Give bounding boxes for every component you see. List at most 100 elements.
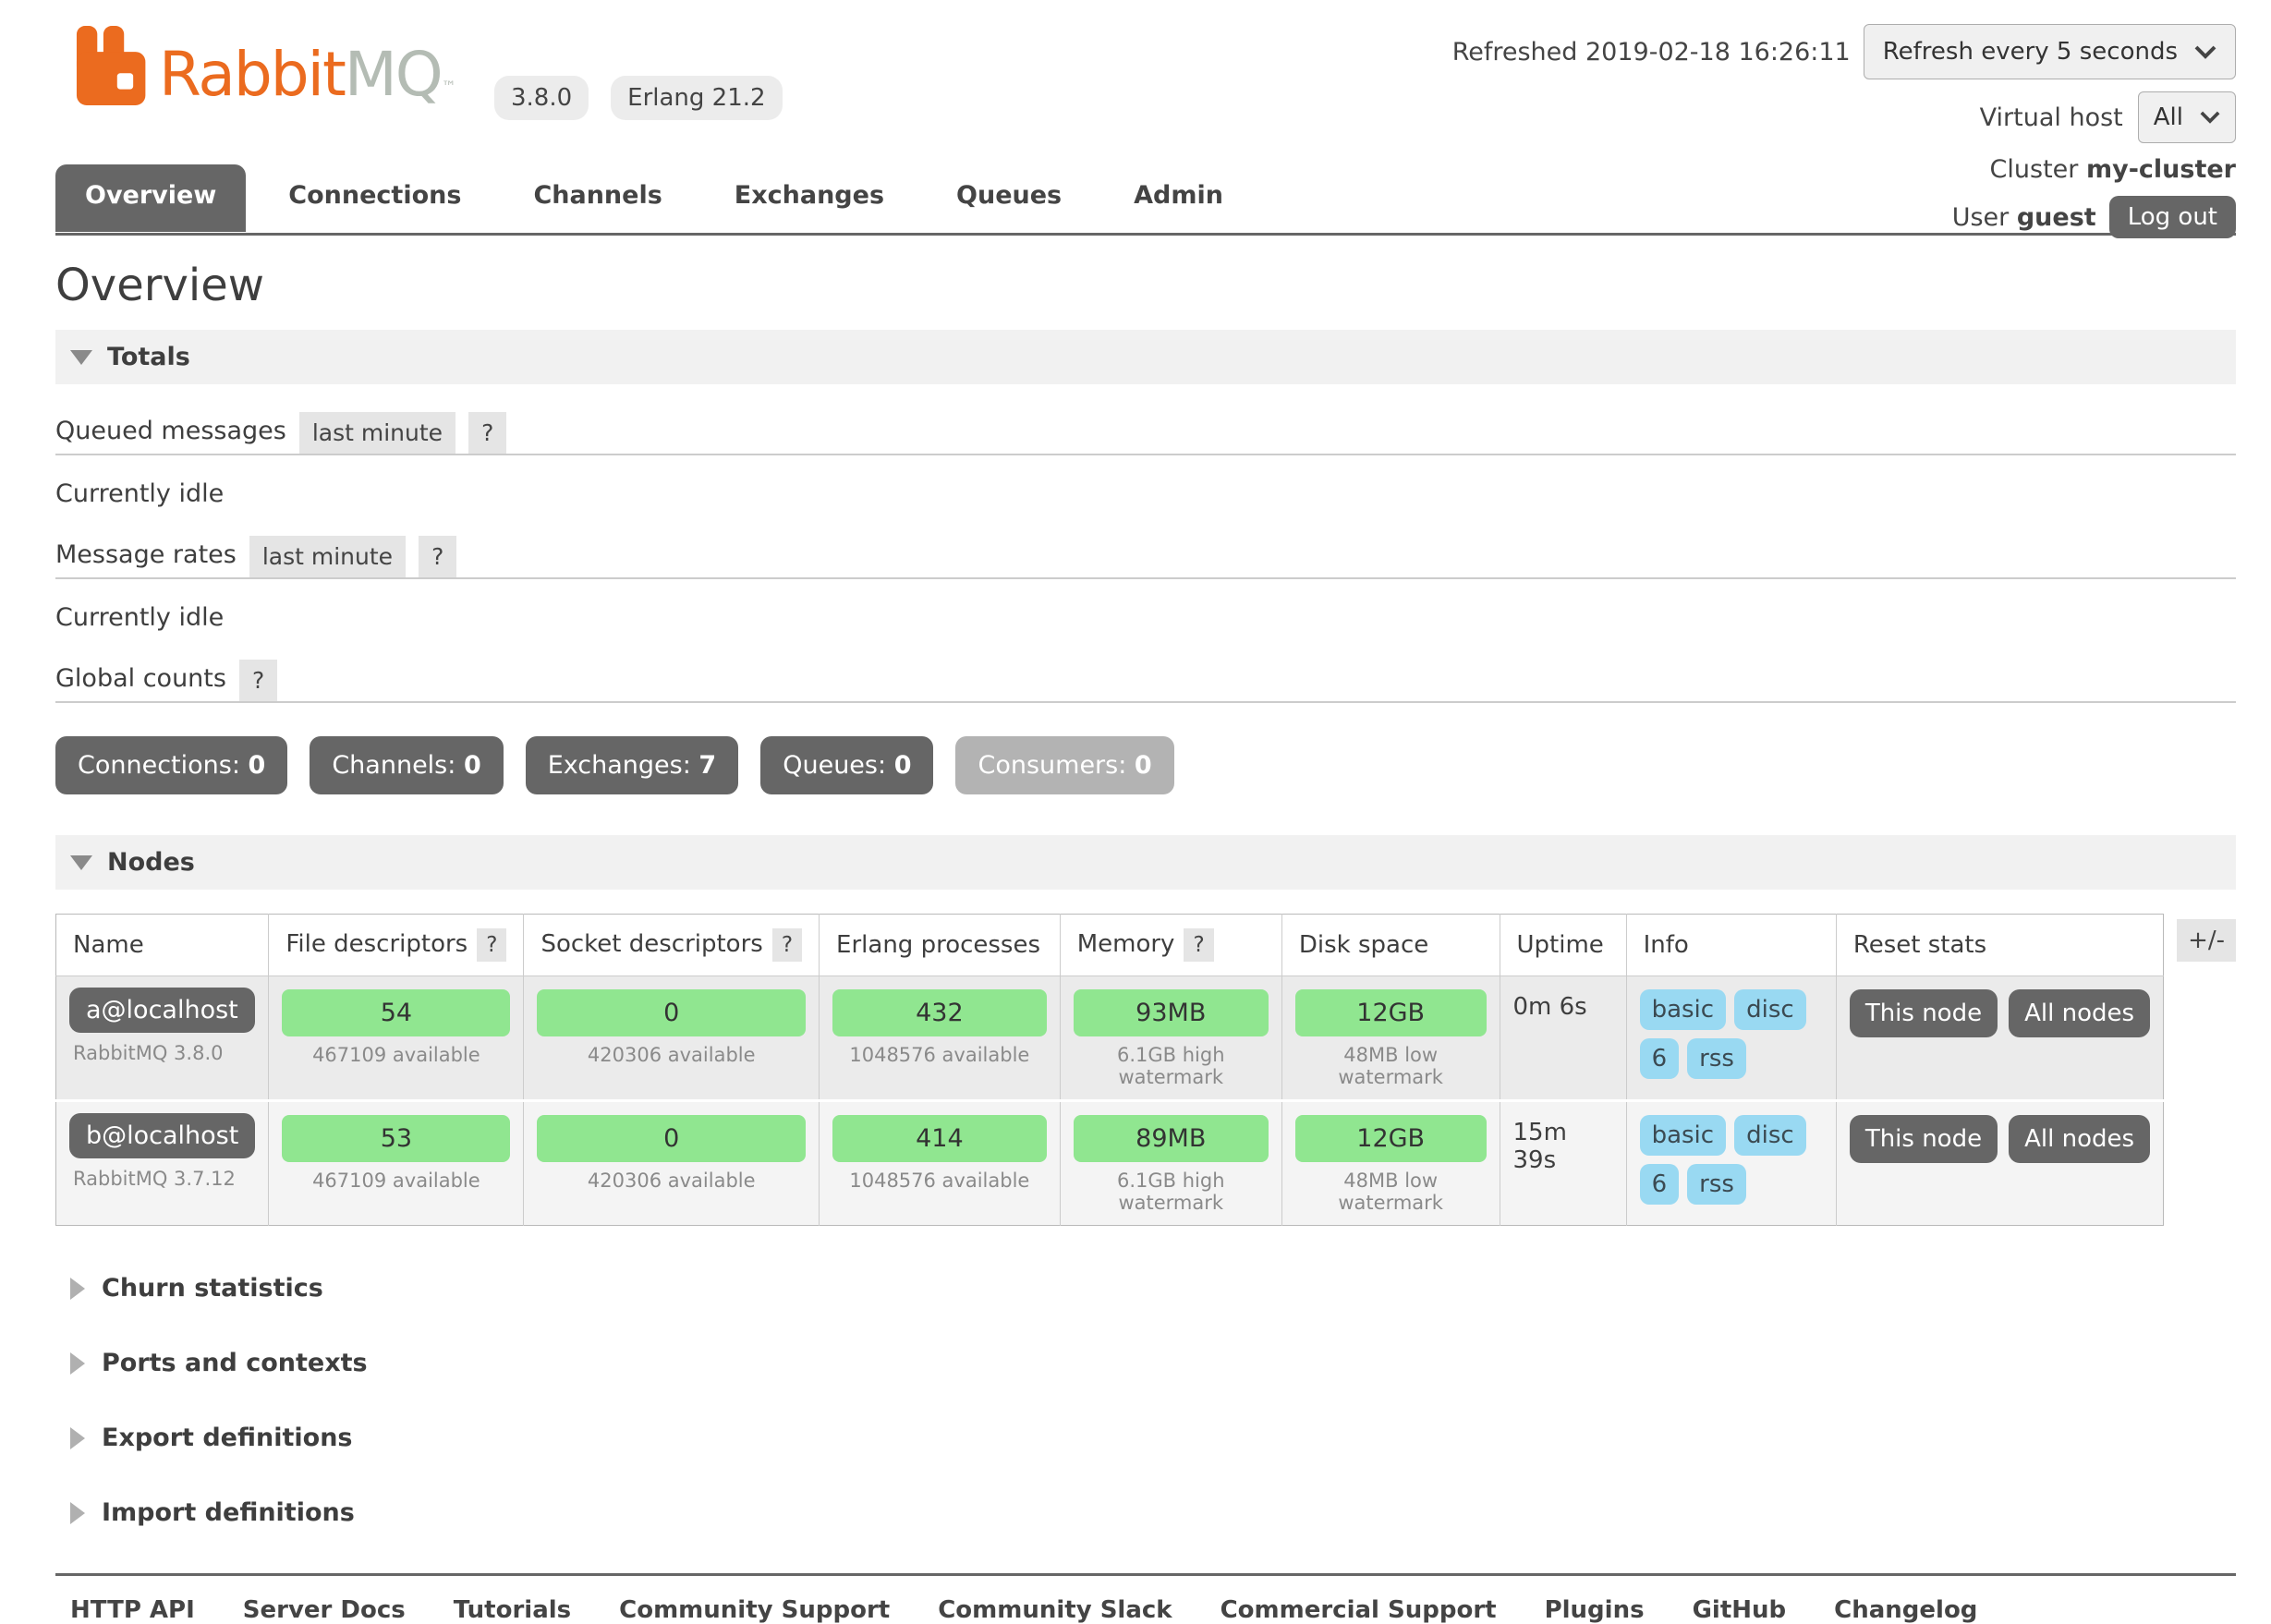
section-ports-and-contexts[interactable]: Ports and contexts bbox=[70, 1349, 2236, 1377]
footer: HTTP API Server Docs Tutorials Community… bbox=[55, 1573, 2236, 1624]
footer-link-tutorials[interactable]: Tutorials bbox=[454, 1596, 571, 1624]
node-b-mem-cell: 89MB 6.1GB high watermark bbox=[1060, 1101, 1281, 1226]
section-export-definitions[interactable]: Export definitions bbox=[70, 1424, 2236, 1452]
fd-stat-bar: 54 bbox=[282, 989, 510, 1036]
vhost-select[interactable]: All bbox=[2138, 91, 2236, 143]
footer-link-community-support[interactable]: Community Support bbox=[619, 1596, 890, 1624]
rates-window-badge[interactable]: last minute bbox=[249, 536, 406, 577]
queued-messages-row: Queued messages last minute ? bbox=[55, 412, 2236, 455]
node-row-a: a@localhost RabbitMQ 3.8.0 54 467109 ava… bbox=[56, 976, 2164, 1101]
node-a-proc-cell: 432 1048576 available bbox=[820, 976, 1061, 1101]
sd-stat-bar: 0 bbox=[537, 989, 806, 1036]
info-badge-basic: basic bbox=[1640, 1115, 1727, 1156]
info-badge-rss: rss bbox=[1687, 1038, 1746, 1079]
reset-this-node-button[interactable]: This node bbox=[1850, 989, 1998, 1037]
collapse-triangle-icon bbox=[70, 855, 92, 870]
rabbitmq-version-badge: 3.8.0 bbox=[494, 76, 589, 120]
refresh-row: Refreshed 2019-02-18 16:26:11 Refresh ev… bbox=[1452, 24, 2236, 79]
fd-stat-sub: 467109 available bbox=[282, 1170, 510, 1192]
erlang-version-badge: Erlang 21.2 bbox=[611, 76, 782, 120]
column-toggle-button[interactable]: +/- bbox=[2177, 919, 2236, 962]
refresh-interval-select[interactable]: Refresh every 5 seconds bbox=[1864, 24, 2236, 79]
cluster-label: Cluster bbox=[1990, 155, 2079, 184]
col-name-label: Name bbox=[73, 931, 144, 959]
nodes-table: Name File descriptors? Socket descriptor… bbox=[55, 914, 2164, 1226]
tab-exchanges[interactable]: Exchanges bbox=[705, 164, 914, 232]
user-label: User bbox=[1952, 203, 2010, 232]
channels-count-value: 0 bbox=[464, 751, 481, 780]
section-import-definitions[interactable]: Import definitions bbox=[70, 1498, 2236, 1527]
footer-link-server-docs[interactable]: Server Docs bbox=[243, 1596, 406, 1624]
rabbitmq-logo[interactable]: RabbitMQ™ bbox=[74, 26, 456, 105]
channels-count-badge[interactable]: Channels: 0 bbox=[310, 736, 503, 794]
queued-help-icon[interactable]: ? bbox=[468, 412, 506, 454]
logo-tm: ™ bbox=[442, 78, 456, 95]
section-label: Export definitions bbox=[102, 1424, 353, 1452]
reset-all-nodes-button[interactable]: All nodes bbox=[2009, 989, 2150, 1037]
cluster-name: my-cluster bbox=[2086, 155, 2236, 184]
tab-channels[interactable]: Channels bbox=[504, 164, 691, 232]
nav-tabs: Overview Connections Channels Exchanges … bbox=[55, 164, 1253, 232]
tab-connections[interactable]: Connections bbox=[259, 164, 491, 232]
col-socket-descriptors: Socket descriptors? bbox=[524, 915, 820, 976]
col-disk-label: Disk space bbox=[1299, 931, 1428, 959]
nodes-header-row: Name File descriptors? Socket descriptor… bbox=[56, 915, 2164, 976]
exchanges-count-value: 7 bbox=[698, 751, 716, 780]
logo-rabbit-text: Rabbit bbox=[159, 39, 345, 110]
info-badges: basic disc 6 rss bbox=[1640, 1113, 1823, 1205]
reset-buttons: This node All nodes bbox=[1850, 1113, 2150, 1163]
footer-link-community-slack[interactable]: Community Slack bbox=[938, 1596, 1172, 1624]
col-proc-label: Erlang processes bbox=[836, 931, 1040, 959]
queued-window-badge[interactable]: last minute bbox=[299, 412, 455, 454]
node-b-name-badge[interactable]: b@localhost bbox=[69, 1113, 255, 1158]
expand-triangle-icon bbox=[70, 1427, 85, 1449]
consumers-count-badge: Consumers: 0 bbox=[955, 736, 1173, 794]
exchanges-count-badge[interactable]: Exchanges: 7 bbox=[526, 736, 738, 794]
node-b-version: RabbitMQ 3.7.12 bbox=[69, 1168, 255, 1190]
chevron-down-icon bbox=[2194, 45, 2216, 59]
tab-queues[interactable]: Queues bbox=[927, 164, 1091, 232]
totals-section-header[interactable]: Totals bbox=[55, 330, 2236, 384]
node-a-name-cell: a@localhost RabbitMQ 3.8.0 bbox=[56, 976, 269, 1101]
totals-title: Totals bbox=[107, 343, 190, 371]
refresh-interval-value: Refresh every 5 seconds bbox=[1883, 38, 2178, 66]
info-badge-basic: basic bbox=[1640, 989, 1727, 1030]
reset-this-node-button[interactable]: This node bbox=[1850, 1115, 1998, 1163]
footer-link-plugins[interactable]: Plugins bbox=[1545, 1596, 1645, 1624]
sd-help-icon[interactable]: ? bbox=[772, 928, 802, 962]
tab-overview[interactable]: Overview bbox=[55, 164, 246, 232]
uptime-value: 15m 39s bbox=[1513, 1113, 1613, 1174]
nodes-section-header[interactable]: Nodes bbox=[55, 835, 2236, 890]
col-uptime: Uptime bbox=[1500, 915, 1626, 976]
fd-help-icon[interactable]: ? bbox=[477, 928, 506, 962]
tab-admin[interactable]: Admin bbox=[1104, 164, 1253, 232]
chevron-down-icon bbox=[2200, 111, 2220, 124]
col-mem-label: Memory bbox=[1077, 930, 1175, 958]
connections-count-value: 0 bbox=[249, 751, 266, 780]
global-counts-label: Global counts bbox=[55, 664, 226, 701]
queued-status: Currently idle bbox=[55, 479, 2236, 508]
reset-all-nodes-button[interactable]: All nodes bbox=[2009, 1115, 2150, 1163]
global-counts-help-icon[interactable]: ? bbox=[239, 660, 277, 701]
connections-count-badge[interactable]: Connections: 0 bbox=[55, 736, 287, 794]
footer-link-github[interactable]: GitHub bbox=[1693, 1596, 1787, 1624]
info-badge-count: 6 bbox=[1640, 1164, 1680, 1205]
mem-help-icon[interactable]: ? bbox=[1184, 928, 1213, 962]
node-a-uptime-cell: 0m 6s bbox=[1500, 976, 1626, 1101]
footer-link-commercial-support[interactable]: Commercial Support bbox=[1221, 1596, 1497, 1624]
section-churn-statistics[interactable]: Churn statistics bbox=[70, 1274, 2236, 1303]
queues-count-badge[interactable]: Queues: 0 bbox=[760, 736, 933, 794]
sd-stat-sub: 420306 available bbox=[537, 1170, 806, 1192]
footer-link-changelog[interactable]: Changelog bbox=[1834, 1596, 1977, 1624]
collapsed-sections: Churn statistics Ports and contexts Expo… bbox=[55, 1274, 2236, 1527]
disk-stat-sub: 48MB low watermark bbox=[1295, 1170, 1487, 1214]
info-badge-rss: rss bbox=[1687, 1164, 1746, 1205]
user-name: guest bbox=[2017, 203, 2096, 232]
node-a-name-badge[interactable]: a@localhost bbox=[69, 988, 255, 1033]
rates-help-icon[interactable]: ? bbox=[419, 536, 456, 577]
header: RabbitMQ™ 3.8.0 Erlang 21.2 Refreshed 20… bbox=[0, 0, 2271, 236]
footer-link-http-api[interactable]: HTTP API bbox=[70, 1596, 195, 1624]
logo-wordmark: RabbitMQ™ bbox=[159, 44, 456, 105]
node-b-info-cell: basic disc 6 rss bbox=[1626, 1101, 1836, 1226]
col-info: Info bbox=[1626, 915, 1836, 976]
